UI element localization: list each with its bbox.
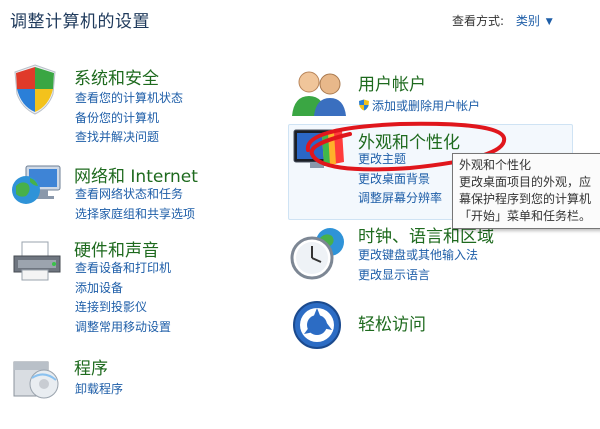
appearance-icon[interactable] (292, 126, 348, 176)
chevron-down-icon[interactable]: ▼ (546, 17, 553, 27)
category-title-user-accounts[interactable]: 用户帐户 (358, 70, 426, 95)
category-title-network-internet[interactable]: 网络和 Internet (74, 162, 198, 187)
view-by-dropdown[interactable]: 类别 (516, 14, 540, 28)
link-add-remove-users[interactable]: 添加或删除用户帐户 (358, 97, 480, 117)
uac-shield-icon (359, 99, 369, 111)
link-adjust-resolution[interactable]: 调整屏幕分辨率 (358, 189, 442, 209)
link-backup-computer[interactable]: 备份您的计算机 (75, 109, 183, 129)
link-homegroup-sharing[interactable]: 选择家庭组和共享选项 (75, 205, 195, 225)
clock-globe-icon[interactable] (290, 226, 348, 284)
link-add-remove-users-label: 添加或删除用户帐户 (372, 99, 481, 113)
view-by: 查看方式: 类别 ▼ (452, 12, 553, 29)
category-title-system-security[interactable]: 系统和安全 (74, 64, 159, 89)
tooltip-line: 「开始」菜单和任务栏。 (459, 209, 592, 223)
link-change-desktop-background[interactable]: 更改桌面背景 (358, 170, 442, 190)
tooltip-line: 更改桌面项目的外观，应 (459, 175, 592, 189)
page-title: 调整计算机的设置 (10, 12, 150, 32)
appearance-tooltip: 外观和个性化 更改桌面项目的外观，应 幕保护程序到您的计算机 「开始」菜单和任务… (452, 153, 600, 229)
link-mobility-settings[interactable]: 调整常用移动设置 (75, 318, 171, 338)
link-connect-projector[interactable]: 连接到投影仪 (75, 298, 171, 318)
category-title-ease-of-access[interactable]: 轻松访问 (358, 310, 426, 335)
link-uninstall-program[interactable]: 卸载程序 (75, 380, 123, 400)
shield-icon[interactable] (10, 62, 60, 120)
link-change-keyboard[interactable]: 更改键盘或其他输入法 (358, 246, 478, 266)
link-view-computer-status[interactable]: 查看您的计算机状态 (75, 89, 183, 109)
link-troubleshoot[interactable]: 查找并解决问题 (75, 128, 183, 148)
view-by-label: 查看方式: (452, 14, 505, 28)
users-icon[interactable] (290, 68, 348, 122)
category-title-programs[interactable]: 程序 (74, 354, 108, 379)
link-view-network-status[interactable]: 查看网络状态和任务 (75, 185, 195, 205)
printer-icon[interactable] (10, 236, 64, 288)
tooltip-line: 外观和个性化 (459, 158, 532, 172)
link-add-device[interactable]: 添加设备 (75, 279, 171, 299)
category-title-hardware-sound[interactable]: 硬件和声音 (74, 236, 159, 261)
link-change-display-language[interactable]: 更改显示语言 (358, 266, 478, 286)
ease-of-access-icon[interactable] (292, 300, 342, 354)
tooltip-line: 幕保护程序到您的计算机 (459, 192, 592, 206)
programs-icon[interactable] (10, 352, 60, 406)
network-globe-icon[interactable] (10, 160, 64, 214)
link-change-theme[interactable]: 更改主题 (358, 150, 442, 170)
link-devices-printers[interactable]: 查看设备和打印机 (75, 259, 171, 279)
